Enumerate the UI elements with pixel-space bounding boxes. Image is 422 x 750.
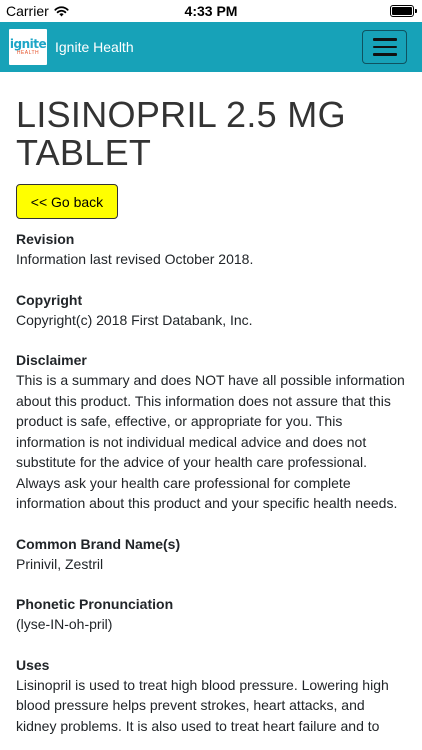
section-body: Information last revised October 2018. — [16, 251, 254, 267]
status-bar: Carrier 4:33 PM — [0, 0, 422, 22]
brand-link[interactable]: ignite HEALTH Ignite Health — [9, 29, 134, 65]
hamburger-menu-button[interactable] — [362, 30, 407, 64]
hamburger-line — [372, 45, 397, 49]
battery-icon — [390, 5, 417, 17]
section-heading: Revision — [16, 231, 75, 247]
section-body: Lisinopril is used to treat high blood p… — [16, 676, 389, 734]
page-title: LISINOPRIL 2.5 MG TABLET — [16, 94, 346, 173]
wifi-icon — [54, 5, 69, 16]
brand-name: Ignite Health — [55, 39, 134, 55]
section-heading: Disclaimer — [16, 352, 87, 368]
go-back-button[interactable]: << Go back — [16, 184, 118, 219]
ignite-logo: ignite HEALTH — [9, 29, 47, 65]
section-body: Prinivil, Zestril — [16, 555, 104, 572]
section-heading: Common Brand Name(s) — [16, 535, 181, 552]
section-heading: Copyright — [16, 291, 83, 308]
section-copyright: Copyright Copyright(c) 2018 First Databa… — [16, 290, 406, 331]
carrier-label: Carrier — [6, 3, 49, 19]
section-brand-names: Common Brand Name(s) Prinivil, Zestril — [16, 534, 406, 575]
hamburger-line — [372, 53, 397, 56]
section-heading: Phonetic Pronunciation — [16, 596, 174, 612]
section-uses: Uses Lisinopril is used to treat high bl… — [16, 655, 406, 737]
section-revision: Revision Information last revised Octobe… — [16, 229, 406, 270]
section-pronunciation: Phonetic Pronunciation (lyse-IN-oh-pril) — [16, 594, 406, 635]
section-heading: Uses — [16, 656, 50, 673]
section-disclaimer: Disclaimer This is a summary and does NO… — [16, 350, 406, 514]
section-body: Copyright(c) 2018 First Databank, Inc. — [16, 311, 253, 328]
section-body: This is a summary and does NOT have all … — [16, 372, 405, 511]
status-left: Carrier — [6, 3, 69, 19]
battery-fill — [392, 7, 412, 15]
logo-sub: HEALTH — [16, 49, 40, 56]
logo-text: ignite — [9, 36, 47, 51]
hamburger-menu-icon — [372, 38, 397, 41]
main-content: LISINOPRIL 2.5 MG TABLET << Go back Revi… — [0, 72, 422, 736]
section-body: (lyse-IN-oh-pril) — [16, 616, 113, 632]
navbar: ignite HEALTH Ignite Health — [0, 22, 422, 72]
